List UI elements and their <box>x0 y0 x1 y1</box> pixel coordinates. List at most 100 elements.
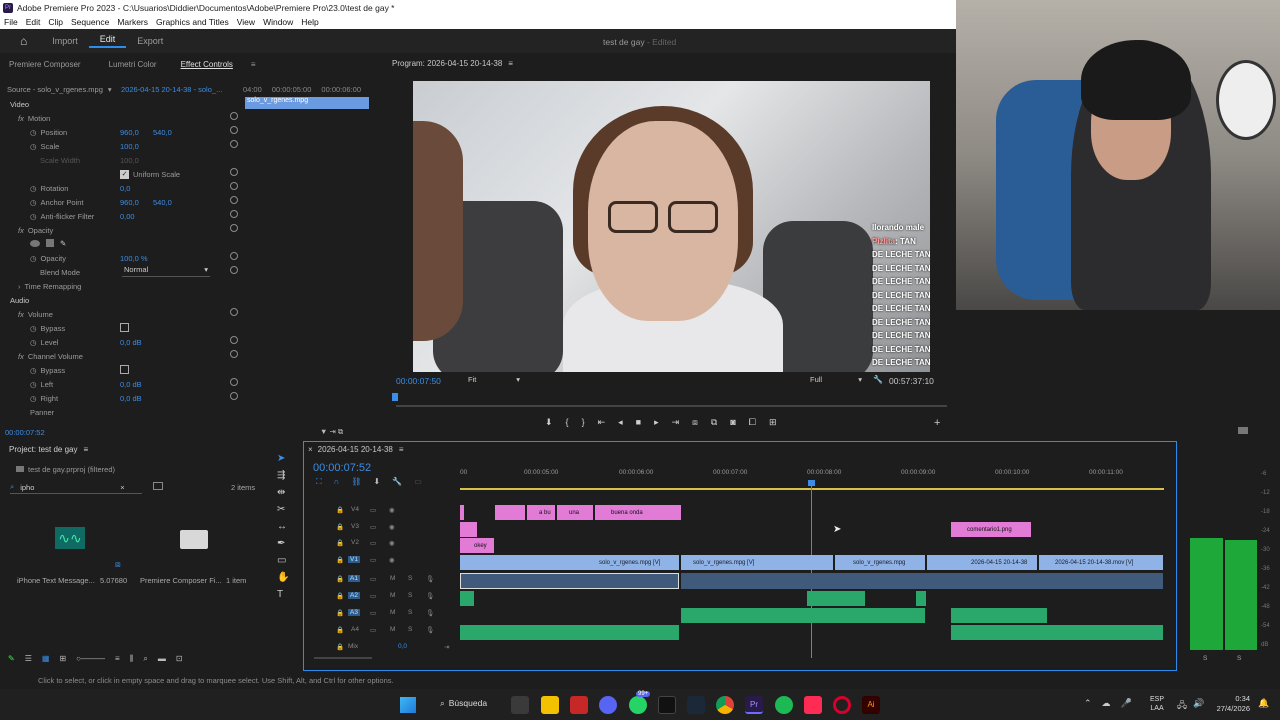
track-label[interactable]: A1 <box>348 575 360 582</box>
linked-select-icon[interactable]: ⛓ <box>351 477 361 487</box>
reset-icon[interactable] <box>230 266 238 274</box>
chevron-up-icon[interactable]: ⌃ <box>1084 698 1092 709</box>
go-to-in-icon[interactable]: ⇤ <box>598 417 606 428</box>
reset-icon[interactable] <box>230 378 238 386</box>
sort-icon[interactable]: ≡ <box>115 654 120 664</box>
find-icon[interactable]: ⌕ <box>143 654 147 664</box>
list-view-icon[interactable]: ☰ <box>25 654 32 664</box>
home-icon[interactable]: ⌂ <box>20 34 27 48</box>
panel-menu-icon[interactable]: ≡ <box>242 60 265 69</box>
compare-icon[interactable]: ⧠ <box>749 417 756 428</box>
file-explorer-icon[interactable] <box>541 696 559 714</box>
windows-start-icon[interactable] <box>400 697 416 713</box>
timeline-clip[interactable] <box>460 522 477 537</box>
nest-icon[interactable]: ⛶ <box>316 477 322 487</box>
sync-icon[interactable]: ▭ <box>370 575 376 583</box>
audio-clip-a3[interactable] <box>681 608 925 623</box>
solo-icon[interactable]: S <box>408 626 412 633</box>
program-playhead[interactable] <box>392 393 398 401</box>
stopwatch-icon[interactable]: ◷ <box>30 254 37 263</box>
taskbar-search[interactable]: ⌕ Búsqueda <box>440 698 487 709</box>
fit-select[interactable]: Fit ▾ <box>468 375 520 387</box>
discord-icon[interactable] <box>599 696 617 714</box>
reset-icon[interactable] <box>230 336 238 344</box>
dropdown-arrow-icon[interactable]: ▾ <box>108 85 112 94</box>
stopwatch-icon[interactable]: ◷ <box>30 324 37 333</box>
rect-mask-icon[interactable] <box>46 239 54 247</box>
stopwatch-icon[interactable]: ◷ <box>30 380 37 389</box>
sequence-label[interactable]: 2026-04-15 20-14-38 - solo_... <box>121 83 222 95</box>
position-y[interactable]: 540,0 <box>153 126 172 138</box>
mute-icon[interactable]: M <box>390 626 395 633</box>
tab-edit[interactable]: Edit <box>88 34 127 48</box>
solo-icon[interactable]: S <box>408 609 412 616</box>
stopwatch-icon[interactable]: ◷ <box>30 394 37 403</box>
timeline-clip[interactable]: okey <box>460 538 494 553</box>
reset-icon[interactable] <box>230 392 238 400</box>
sync-icon[interactable]: ▭ <box>370 609 376 617</box>
menu-view[interactable]: View <box>233 17 259 27</box>
panel-menu-icon[interactable]: ≡ <box>83 445 88 454</box>
lock-icon[interactable]: 🔒 <box>336 575 344 583</box>
tab-premiere-composer[interactable]: Premiere Composer <box>0 60 90 69</box>
type-tool-icon[interactable]: T <box>277 589 289 600</box>
sync-icon[interactable]: ▭ <box>370 626 376 634</box>
sync-icon[interactable]: ▭ <box>370 556 376 564</box>
volume-row[interactable]: fx Volume <box>18 308 53 320</box>
time-remapping-row[interactable]: › Time Remapping <box>18 280 81 292</box>
microphone-icon[interactable]: 🎙 <box>426 592 434 600</box>
reset-icon[interactable] <box>230 224 238 232</box>
audio-clip-a2[interactable] <box>807 591 865 606</box>
anchor-x[interactable]: 960,0 <box>120 196 139 208</box>
timeline-ruler[interactable]: 00 00:00:05:00 00:00:06:00 00:00:07:00 0… <box>460 469 1174 481</box>
lock-icon[interactable]: 🔒 <box>336 523 344 531</box>
reset-icon[interactable] <box>230 308 238 316</box>
audio-clip-a2[interactable] <box>916 591 926 606</box>
solo-icon[interactable]: S <box>408 575 412 582</box>
project-item-name[interactable]: iPhone Text Message... <box>17 576 95 585</box>
cloud-icon[interactable]: ☁ <box>1102 698 1111 709</box>
extract-icon[interactable]: ⧉ <box>711 417 717 428</box>
audio-clip-a3[interactable] <box>951 608 1047 623</box>
icon-view-icon[interactable]: ▦ <box>42 654 50 664</box>
hand-tool-icon[interactable]: ✋ <box>277 572 289 583</box>
reset-icon[interactable] <box>230 210 238 218</box>
mute-icon[interactable]: M <box>390 575 395 582</box>
antiflicker-value[interactable]: 0,00 <box>120 210 135 222</box>
menu-edit[interactable]: Edit <box>22 17 45 27</box>
program-scrubber[interactable] <box>396 405 947 407</box>
wrench-icon[interactable]: 🔧 <box>873 375 883 384</box>
solo-icon[interactable]: S <box>408 592 412 599</box>
solo-right-button[interactable]: S <box>1237 655 1241 662</box>
project-item-name[interactable]: Premiere Composer Fi... <box>140 576 222 585</box>
stopwatch-icon[interactable]: ◷ <box>30 338 37 347</box>
premiere-taskbar-icon[interactable]: Pr <box>745 696 763 714</box>
mark-out-icon[interactable]: } <box>582 417 585 428</box>
illustrator-icon[interactable]: Ai <box>862 696 880 714</box>
tab-effect-controls[interactable]: Effect Controls <box>172 60 242 69</box>
new-item-icon[interactable]: ⊡ <box>176 654 183 664</box>
quality-select[interactable]: Full ▾ <box>810 375 862 387</box>
step-back-icon[interactable]: ◂ <box>618 417 623 428</box>
audio-clip-a1[interactable] <box>460 573 679 589</box>
clock[interactable]: 0:34 27/4/2026 <box>1200 694 1250 714</box>
mute-icon[interactable]: M <box>390 592 395 599</box>
expand-icon[interactable]: › <box>18 282 21 291</box>
project-search[interactable]: ⌕ × <box>10 481 142 494</box>
menu-help[interactable]: Help <box>297 17 322 27</box>
blend-mode-select[interactable]: Normal ▾ <box>122 265 210 277</box>
sync-icon[interactable]: ▭ <box>370 539 376 547</box>
eye-icon[interactable]: ◉ <box>389 506 395 514</box>
audio-clip-a4[interactable] <box>460 625 679 640</box>
timeline-zoom-scrollbar[interactable] <box>314 657 372 659</box>
ec-timecode[interactable]: 00:00:07:52 <box>5 426 45 438</box>
close-icon[interactable]: × <box>308 445 313 454</box>
position-x[interactable]: 960,0 <box>120 126 139 138</box>
checkbox-checked-icon[interactable]: ✓ <box>120 169 129 179</box>
freeform-view-icon[interactable]: ⊞ <box>59 654 66 664</box>
pen-tool-icon[interactable]: ✒ <box>277 538 289 549</box>
menu-graphics[interactable]: Graphics and Titles <box>152 17 233 27</box>
panel-menu-icon[interactable]: ≡ <box>399 445 404 454</box>
steam-icon[interactable] <box>687 696 705 714</box>
menu-window[interactable]: Window <box>259 17 297 27</box>
